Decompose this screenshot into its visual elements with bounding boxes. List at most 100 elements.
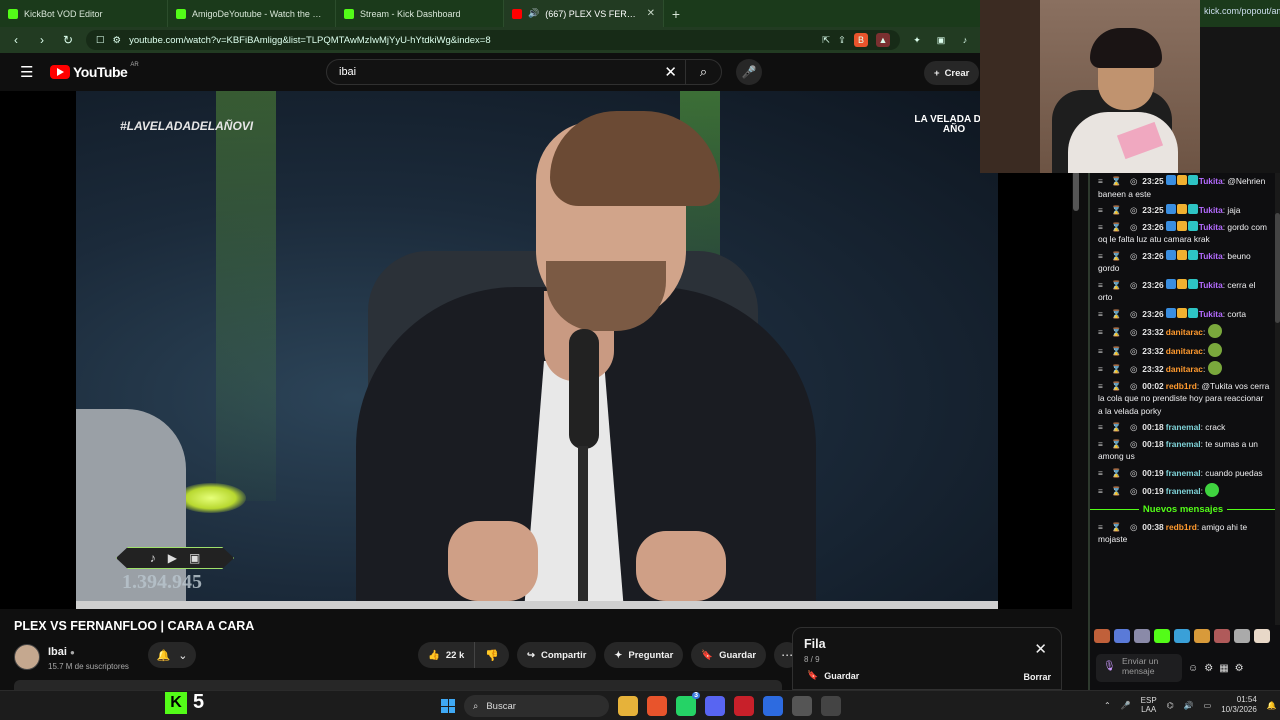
progress-bar[interactable] bbox=[76, 601, 998, 609]
chat-username[interactable]: danitarac bbox=[1166, 364, 1203, 374]
description-box[interactable] bbox=[14, 680, 782, 690]
page-scrollbar[interactable] bbox=[1072, 91, 1080, 690]
emote-icon[interactable] bbox=[1134, 629, 1150, 643]
ask-button[interactable]: ✦ Preguntar bbox=[604, 642, 684, 668]
emote-icon[interactable] bbox=[1154, 629, 1170, 643]
discord-icon[interactable] bbox=[705, 696, 725, 716]
language-indicator[interactable]: ESP LAA bbox=[1141, 696, 1157, 714]
moderation-icons[interactable]: ≡ ⌛ ◎ bbox=[1098, 380, 1140, 393]
chat-username[interactable]: franemal bbox=[1166, 439, 1201, 449]
bookmark-icon[interactable]: ☐ bbox=[96, 35, 105, 46]
emote-icon[interactable] bbox=[1254, 629, 1270, 643]
save-button[interactable]: 🔖 Guardar bbox=[691, 642, 767, 668]
open-in-app-icon[interactable]: ⇱ bbox=[822, 35, 830, 46]
chat-username[interactable]: Tukita bbox=[1199, 222, 1223, 232]
chat-username[interactable]: Tukita bbox=[1199, 280, 1223, 290]
moderation-icons[interactable]: ≡ ⌛ ◎ bbox=[1098, 345, 1140, 358]
moderation-icons[interactable]: ≡ ⌛ ◎ bbox=[1098, 308, 1140, 321]
volume-icon[interactable]: 🔊 bbox=[1184, 701, 1194, 710]
gear-icon[interactable]: ⚙ bbox=[1235, 663, 1244, 674]
sidebar-icon[interactable]: ▣ bbox=[934, 33, 948, 47]
emote-icon[interactable] bbox=[1114, 629, 1130, 643]
moderation-icons[interactable]: ≡ ⌛ ◎ bbox=[1098, 175, 1140, 188]
like-button[interactable]: 👍 22 k bbox=[418, 642, 476, 668]
chat-username[interactable]: danitarac bbox=[1166, 327, 1203, 337]
notification-icon[interactable]: 🔔 bbox=[1267, 701, 1277, 710]
moderation-icons[interactable]: ≡ ⌛ ◎ bbox=[1098, 221, 1140, 234]
chat-username[interactable]: franemal bbox=[1166, 468, 1201, 478]
youtube-logo[interactable]: YouTube AR bbox=[50, 62, 139, 80]
tab-amigodeyoutube[interactable]: AmigoDeYoutube - Watch the VOD bbox=[168, 0, 336, 27]
moderation-icons[interactable]: ≡ ⌛ ◎ bbox=[1098, 204, 1140, 217]
close-queue-icon[interactable]: ✕ bbox=[1034, 640, 1047, 658]
reload-icon[interactable]: ↻ bbox=[60, 33, 76, 47]
voice-search-button[interactable]: 🎤 bbox=[736, 59, 762, 85]
share-icon[interactable]: ⇪ bbox=[838, 35, 846, 46]
channel-avatar[interactable] bbox=[14, 643, 40, 670]
video-player[interactable]: #LAVELADADELAÑOVI LA VELADA DEL AÑO ♪ ▶ … bbox=[0, 91, 1072, 609]
start-button[interactable] bbox=[441, 699, 455, 713]
moderation-icons[interactable]: ≡ ⌛ ◎ bbox=[1098, 250, 1140, 263]
menu-icon[interactable]: ☰ bbox=[20, 63, 34, 81]
file-explorer-icon[interactable] bbox=[618, 696, 638, 716]
moderation-icons[interactable]: ≡ ⌛ ◎ bbox=[1098, 438, 1140, 451]
site-info-icon[interactable]: ⚙ bbox=[113, 35, 122, 46]
chat-username[interactable]: Tukita bbox=[1199, 309, 1223, 319]
close-tab-icon[interactable]: ✕ bbox=[647, 8, 655, 19]
settings-toggle-icon[interactable]: ⚙ bbox=[1204, 663, 1213, 674]
emote-icon[interactable] bbox=[1234, 629, 1250, 643]
forward-icon[interactable]: › bbox=[34, 33, 50, 47]
chat-username[interactable]: Tukita bbox=[1199, 176, 1223, 186]
chat-username[interactable]: franemal bbox=[1166, 422, 1201, 432]
moderation-icons[interactable]: ≡ ⌛ ◎ bbox=[1098, 421, 1140, 434]
store-icon[interactable]: ▦ bbox=[1219, 663, 1228, 674]
emote-icon[interactable] bbox=[1214, 629, 1230, 643]
chat-message-input[interactable]: 🎙 Enviar un mensaje bbox=[1096, 654, 1182, 682]
moderation-icons[interactable]: ≡ ⌛ ◎ bbox=[1098, 279, 1140, 292]
moderation-icons[interactable]: ≡ ⌛ ◎ bbox=[1098, 326, 1140, 339]
chat-username[interactable]: franemal bbox=[1166, 486, 1201, 496]
share-button[interactable]: ↪ Compartir bbox=[517, 642, 597, 668]
taskbar-search[interactable]: ⌕ Buscar bbox=[464, 695, 609, 717]
search-button[interactable]: ⌕ bbox=[685, 60, 721, 84]
create-button[interactable]: + Crear bbox=[924, 61, 980, 85]
clock[interactable]: 01:54 10/3/2026 bbox=[1221, 695, 1257, 715]
queue-clear-button[interactable]: Borrar bbox=[1023, 672, 1051, 682]
video-frame[interactable]: #LAVELADADELAÑOVI LA VELADA DEL AÑO ♪ ▶ … bbox=[76, 91, 998, 601]
brave-shield-icon[interactable]: B bbox=[854, 33, 868, 47]
extensions-icon[interactable]: ✦ bbox=[910, 33, 924, 47]
speaker-icon[interactable]: 🔊 bbox=[528, 8, 539, 19]
app-icon[interactable] bbox=[763, 696, 783, 716]
media-icon[interactable]: ♪ bbox=[958, 33, 972, 47]
chevron-up-icon[interactable]: ⌃ bbox=[1104, 701, 1111, 710]
chat-username[interactable]: redb1rd bbox=[1166, 522, 1197, 532]
scrollbar-thumb[interactable] bbox=[1073, 171, 1079, 211]
dislike-button[interactable]: 👎 bbox=[475, 642, 509, 668]
brave-rewards-icon[interactable]: ▲ bbox=[876, 33, 890, 47]
notifications-button[interactable]: 🔔 ⌄ bbox=[148, 642, 196, 668]
emoji-icon[interactable]: ☺ bbox=[1188, 663, 1198, 674]
search-input[interactable]: ibai ✕ ⌕ bbox=[326, 59, 722, 85]
chat-username[interactable]: Tukita bbox=[1199, 251, 1223, 261]
emote-icon[interactable] bbox=[1194, 629, 1210, 643]
microphone-icon[interactable]: 🎤 bbox=[1121, 701, 1131, 710]
emote-icon[interactable] bbox=[1174, 629, 1190, 643]
chat-username[interactable]: danitarac bbox=[1166, 346, 1203, 356]
chat-username[interactable]: redb1rd bbox=[1166, 381, 1197, 391]
chat-scrollbar[interactable] bbox=[1275, 173, 1280, 625]
url-field[interactable]: ☐ ⚙ youtube.com/watch?v=KBFiBAmligg&list… bbox=[86, 30, 900, 50]
chat-username[interactable]: Tukita bbox=[1199, 205, 1223, 215]
capcut-icon[interactable] bbox=[821, 696, 841, 716]
brave-icon[interactable] bbox=[647, 696, 667, 716]
channel-name[interactable]: Ibai bbox=[48, 646, 67, 658]
emote-icon[interactable] bbox=[1094, 629, 1110, 643]
queue-save-button[interactable]: 🔖 Guardar bbox=[807, 670, 859, 681]
back-icon[interactable]: ‹ bbox=[8, 33, 24, 47]
vmix-icon[interactable] bbox=[734, 696, 754, 716]
tab-kickbot[interactable]: KickBot VOD Editor bbox=[0, 0, 168, 27]
moderation-icons[interactable]: ≡ ⌛ ◎ bbox=[1098, 363, 1140, 376]
network-icon[interactable]: ⌬ bbox=[1167, 701, 1174, 710]
clear-search-icon[interactable]: ✕ bbox=[664, 63, 677, 81]
chat-messages[interactable]: ≡ ⌛ ◎ 23:25 Tukita: @Nehrien baneen a este… bbox=[1090, 173, 1276, 625]
new-tab-button[interactable]: + bbox=[664, 6, 688, 22]
